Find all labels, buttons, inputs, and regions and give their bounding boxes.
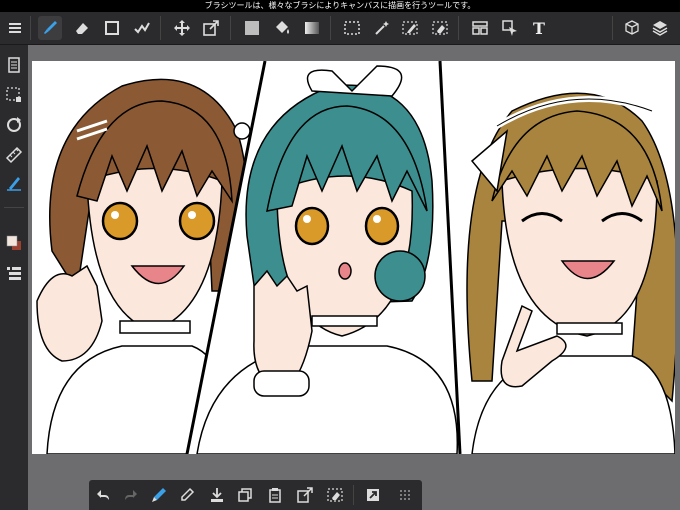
status-bar: ブラシツールは、様々なブラシによりキャンバスに描画を行うツールです。 <box>0 0 680 12</box>
undo-icon[interactable] <box>91 483 115 507</box>
color-swatch[interactable] <box>2 231 26 255</box>
ruler-icon[interactable] <box>2 143 26 167</box>
operation-icon[interactable] <box>498 16 522 40</box>
bucket-icon[interactable] <box>270 16 294 40</box>
layers-icon[interactable] <box>648 16 672 40</box>
quick-access-icon[interactable] <box>361 483 385 507</box>
brush-edit-icon[interactable] <box>147 483 171 507</box>
redo-icon[interactable] <box>119 483 143 507</box>
transform-icon[interactable] <box>199 16 223 40</box>
frame-icon[interactable] <box>468 16 492 40</box>
select-pen-icon[interactable] <box>398 16 422 40</box>
artwork-illustration <box>32 61 675 454</box>
text-tool-label: T <box>533 18 545 38</box>
brush-icon[interactable] <box>38 16 62 40</box>
auto-select-icon[interactable] <box>130 16 154 40</box>
pages-icon[interactable] <box>2 53 26 77</box>
snap-icon[interactable] <box>2 171 26 195</box>
rotate-icon[interactable] <box>2 113 26 137</box>
left-sidebar <box>0 45 28 510</box>
layer-panel-icon[interactable] <box>2 261 26 285</box>
move-icon[interactable] <box>170 16 194 40</box>
clear-icon[interactable] <box>323 483 347 507</box>
select-eraser-icon[interactable] <box>428 16 452 40</box>
bottom-toolbar <box>89 480 422 510</box>
shape-icon[interactable] <box>100 16 124 40</box>
menu-icon[interactable] <box>3 16 27 40</box>
selection-rect-icon[interactable] <box>340 16 364 40</box>
eraser-icon[interactable] <box>70 16 94 40</box>
import-icon[interactable] <box>205 483 229 507</box>
magic-wand-icon[interactable] <box>370 16 394 40</box>
grid-menu-icon[interactable] <box>393 483 417 507</box>
eyedropper-icon[interactable] <box>175 483 199 507</box>
drawing-canvas[interactable] <box>32 61 675 454</box>
canvas-area[interactable] <box>28 45 680 510</box>
copy-icon[interactable] <box>233 483 257 507</box>
gradient-icon[interactable] <box>300 16 324 40</box>
text-icon[interactable]: T <box>527 16 551 40</box>
paste-icon[interactable] <box>263 483 287 507</box>
fill-color-icon[interactable] <box>240 16 264 40</box>
3d-material-icon[interactable] <box>620 16 644 40</box>
main-toolbar: T <box>0 12 680 45</box>
selection-icon[interactable] <box>2 83 26 107</box>
transform-bb-icon[interactable] <box>293 483 317 507</box>
